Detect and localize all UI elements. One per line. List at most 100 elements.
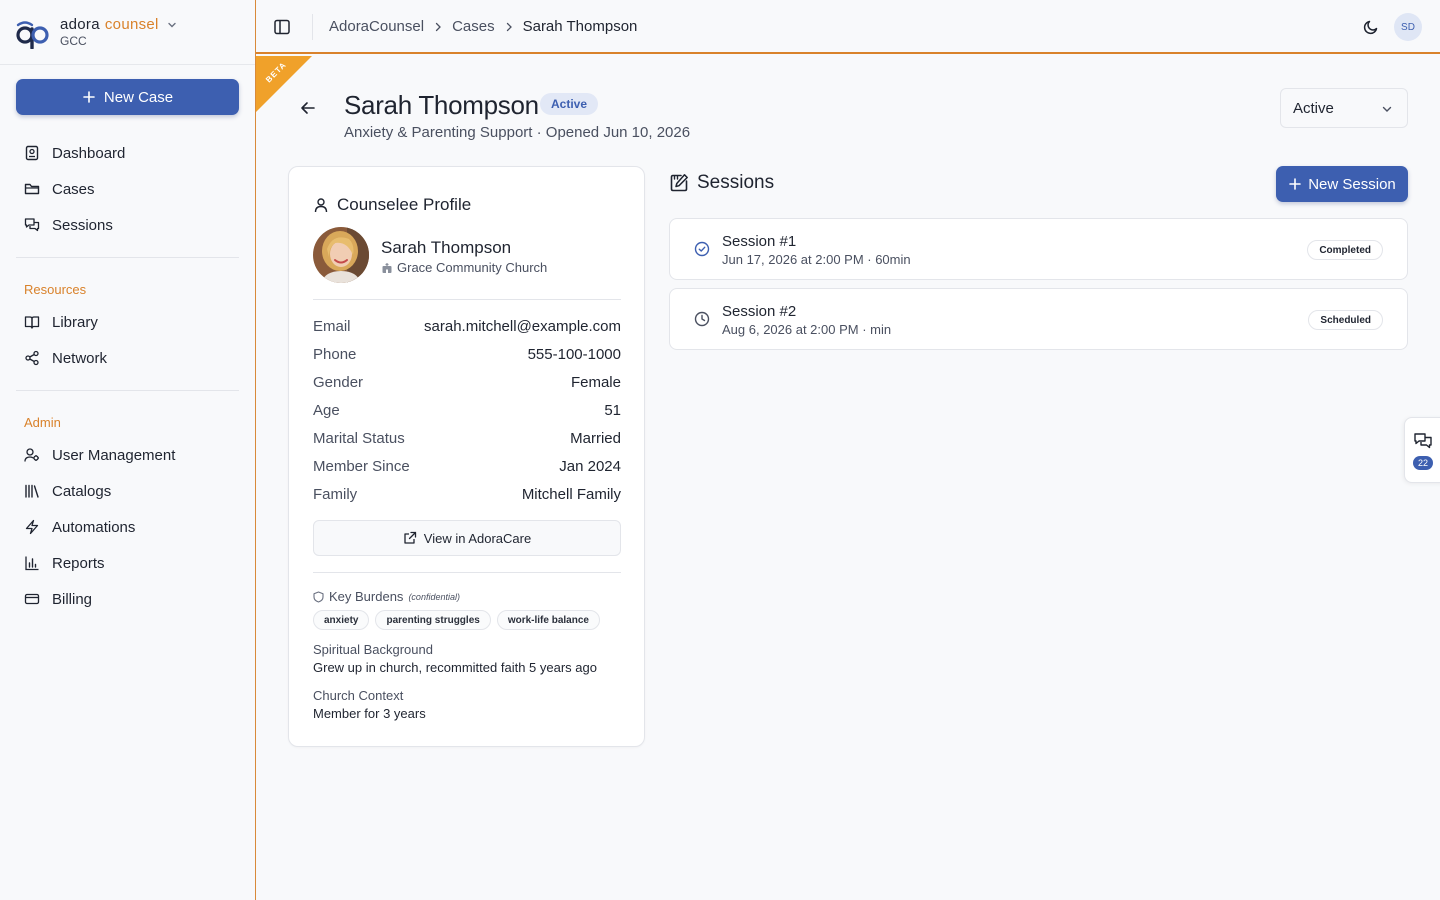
- new-session-label: New Session: [1308, 175, 1396, 193]
- profile-separator: [313, 572, 621, 573]
- shield-icon: [313, 590, 324, 603]
- chevron-right-icon: [435, 22, 441, 31]
- breadcrumb-current: Sarah Thompson: [522, 18, 638, 35]
- sidebar-item-label: Dashboard: [52, 144, 126, 162]
- sidebar-item-reports[interactable]: Reports: [16, 548, 239, 578]
- field-key: Gender: [313, 374, 364, 391]
- spiritual-background-value: Grew up in church, recommitted faith 5 y…: [313, 660, 597, 675]
- profile-separator: [313, 299, 621, 300]
- chat-widget-tab[interactable]: 22: [1404, 417, 1440, 483]
- profile-row-phone: Phone 555-100-1000: [313, 346, 621, 366]
- sidebar-item-sessions[interactable]: Sessions: [16, 210, 239, 240]
- burden-tag: anxiety: [313, 610, 370, 630]
- credit-card-icon: [24, 593, 40, 605]
- sidebar-separator: [16, 257, 239, 258]
- sidebar-item-label: Network: [52, 349, 108, 367]
- sidebar-item-cases[interactable]: Cases: [16, 174, 239, 204]
- new-session-button[interactable]: New Session: [1276, 166, 1408, 202]
- sidebar-item-catalogs[interactable]: Catalogs: [16, 476, 239, 506]
- spiritual-background-label: Spiritual Background: [313, 642, 433, 657]
- sidebar-item-dashboard[interactable]: Dashboard: [16, 138, 239, 168]
- counselee-profile-card: Counselee Profile Sarah Thompson Grace C…: [288, 166, 645, 747]
- user-icon: [314, 198, 328, 213]
- brand-switcher[interactable]: adora counsel GCC: [16, 14, 177, 50]
- profile-card-title: Counselee Profile: [313, 195, 471, 215]
- chevron-down-icon: [167, 22, 176, 27]
- field-value: Married: [570, 430, 621, 447]
- sessions-title: Sessions: [697, 172, 775, 193]
- field-value: 555-100-1000: [527, 346, 621, 363]
- session-title: Session #1: [722, 233, 797, 250]
- session-status-badge: Scheduled: [1308, 310, 1383, 330]
- field-key: Email: [313, 318, 351, 335]
- case-subtitle: Anxiety & Parenting Support · Opened Jun…: [344, 124, 691, 141]
- sidebar-item-network[interactable]: Network: [16, 343, 239, 373]
- chevron-right-icon: [506, 22, 512, 31]
- field-key: Family: [313, 486, 358, 503]
- external-link-icon: [404, 531, 416, 544]
- plus-icon: [1289, 178, 1302, 190]
- check-circle-icon: [694, 241, 710, 257]
- field-key: Member Since: [313, 458, 410, 475]
- plus-icon: [83, 91, 95, 103]
- page-title: Sarah Thompson: [344, 90, 539, 120]
- sidebar-item-label: Sessions: [52, 216, 113, 234]
- session-item[interactable]: Session #1 Jun 17, 2026 at 2:00 PM · 60m…: [669, 218, 1408, 280]
- profile-row-age: Age 51: [313, 402, 621, 422]
- profile-row-marital-status: Marital Status Married: [313, 430, 621, 450]
- moon-icon[interactable]: [1362, 18, 1380, 36]
- case-status-value: Active: [1293, 99, 1334, 117]
- field-key: Age: [313, 402, 340, 419]
- breadcrumb-home[interactable]: AdoraCounsel: [329, 18, 424, 35]
- sidebar-border: [255, 0, 256, 900]
- burden-tag: work-life balance: [496, 610, 600, 630]
- bolt-icon: [25, 519, 39, 535]
- dashboard-icon: [25, 145, 39, 161]
- new-case-button[interactable]: New Case: [16, 79, 239, 115]
- breadcrumb: AdoraCounsel Cases Sarah Thompson: [329, 18, 637, 35]
- chevron-down-icon: [1382, 106, 1392, 112]
- church-context-value: Member for 3 years: [313, 706, 426, 721]
- sidebar-item-label: Automations: [52, 518, 136, 536]
- sidebar-toggle-icon[interactable]: [272, 17, 292, 37]
- counselee-avatar: [313, 227, 369, 283]
- profile-row-family: Family Mitchell Family: [313, 486, 621, 506]
- sidebar: adora counsel GCC New Case Dashboard Cas…: [0, 0, 256, 900]
- sidebar-item-label: Billing: [52, 590, 93, 608]
- case-status-select[interactable]: Active: [1280, 88, 1408, 128]
- church-context-label: Church Context: [313, 688, 404, 703]
- sidebar-item-label: Cases: [52, 180, 95, 198]
- counselee-church-text: Grace Community Church: [397, 260, 548, 275]
- counselee-church: Grace Community Church: [381, 260, 547, 275]
- field-value: Female: [570, 374, 621, 391]
- field-value: sarah.mitchell@example.com: [424, 318, 621, 335]
- book-icon: [24, 316, 40, 329]
- sidebar-item-label: Reports: [52, 554, 105, 572]
- burden-tags: anxiety parenting struggles work-life ba…: [313, 610, 600, 630]
- share-icon: [25, 350, 39, 366]
- view-in-adoracare-button[interactable]: View in AdoraCare: [313, 520, 621, 556]
- session-meta: Jun 17, 2026 at 2:00 PM · 60min: [722, 252, 911, 267]
- burden-tag: parenting struggles: [375, 610, 491, 630]
- field-value: Jan 2024: [559, 458, 621, 475]
- arrow-left-icon[interactable]: [298, 98, 318, 118]
- session-item[interactable]: Session #2 Aug 6, 2026 at 2:00 PM · min …: [669, 288, 1408, 350]
- new-case-label: New Case: [103, 88, 174, 106]
- users-icon: [24, 448, 39, 462]
- sidebar-item-library[interactable]: Library: [16, 307, 239, 337]
- sidebar-item-billing[interactable]: Billing: [16, 584, 239, 614]
- user-avatar[interactable]: SD: [1394, 13, 1422, 41]
- profile-row-email: Email sarah.mitchell@example.com: [313, 318, 621, 338]
- sidebar-item-label: User Management: [52, 446, 176, 464]
- profile-row-member-since: Member Since Jan 2024: [313, 458, 621, 478]
- field-value: Mitchell Family: [521, 486, 621, 503]
- profile-row-gender: Gender Female: [313, 374, 621, 394]
- brand-org: GCC: [60, 33, 87, 48]
- sidebar-item-user-management[interactable]: User Management: [16, 440, 239, 470]
- clock-icon: [694, 311, 710, 327]
- breadcrumb-cases[interactable]: Cases: [452, 18, 495, 35]
- sidebar-item-label: Library: [52, 313, 98, 331]
- sidebar-item-automations[interactable]: Automations: [16, 512, 239, 542]
- session-status-badge: Completed: [1307, 240, 1383, 260]
- sessions-heading: Sessions: [669, 172, 774, 194]
